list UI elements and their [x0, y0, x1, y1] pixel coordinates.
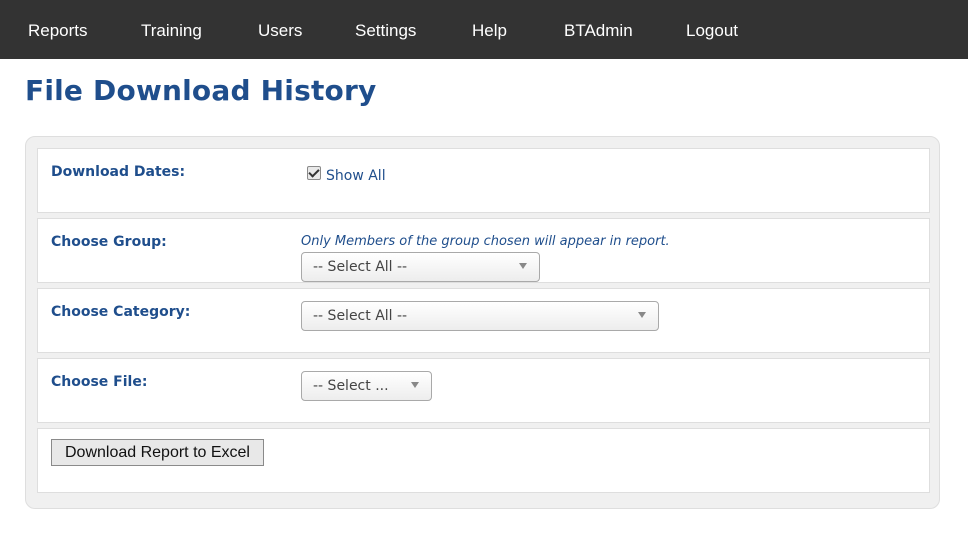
- chevron-down-icon: [638, 312, 646, 318]
- category-select[interactable]: -- Select All --: [301, 301, 659, 331]
- report-filter-panel: Download Dates: Show All Choose Group: O…: [25, 136, 940, 509]
- download-dates-row: Download Dates: Show All: [37, 148, 930, 213]
- nav-item-logout[interactable]: Logout: [686, 0, 738, 59]
- show-all-checkbox[interactable]: [307, 166, 321, 180]
- choose-group-label: Choose Group:: [51, 234, 167, 250]
- nav-item-btadmin[interactable]: BTAdmin: [564, 0, 633, 59]
- nav-item-reports[interactable]: Reports: [28, 0, 88, 59]
- show-all-label[interactable]: Show All: [326, 168, 386, 184]
- choose-category-label: Choose Category:: [51, 304, 191, 320]
- nav-item-users[interactable]: Users: [258, 0, 302, 59]
- nav-item-training[interactable]: Training: [141, 0, 202, 59]
- download-dates-label: Download Dates:: [51, 164, 186, 180]
- group-hint-text: Only Members of the group chosen will ap…: [301, 234, 670, 249]
- chevron-down-icon: [519, 263, 527, 269]
- choose-group-row: Choose Group: Only Members of the group …: [37, 218, 930, 283]
- choose-file-label: Choose File:: [51, 374, 148, 390]
- group-select[interactable]: -- Select All --: [301, 252, 540, 282]
- file-select-value: -- Select ...: [313, 378, 389, 394]
- file-select[interactable]: -- Select ...: [301, 371, 432, 401]
- download-report-excel-button[interactable]: Download Report to Excel: [51, 439, 264, 466]
- nav-item-help[interactable]: Help: [472, 0, 507, 59]
- category-select-value: -- Select All --: [313, 308, 408, 324]
- choose-file-row: Choose File: -- Select ...: [37, 358, 930, 423]
- page-title: File Download History: [25, 74, 377, 107]
- export-row: Download Report to Excel: [37, 428, 930, 493]
- top-navigation-bar: Reports Training Users Settings Help BTA…: [0, 0, 968, 59]
- chevron-down-icon: [411, 382, 419, 388]
- nav-item-settings[interactable]: Settings: [355, 0, 416, 59]
- choose-category-row: Choose Category: -- Select All --: [37, 288, 930, 353]
- group-select-value: -- Select All --: [313, 259, 408, 275]
